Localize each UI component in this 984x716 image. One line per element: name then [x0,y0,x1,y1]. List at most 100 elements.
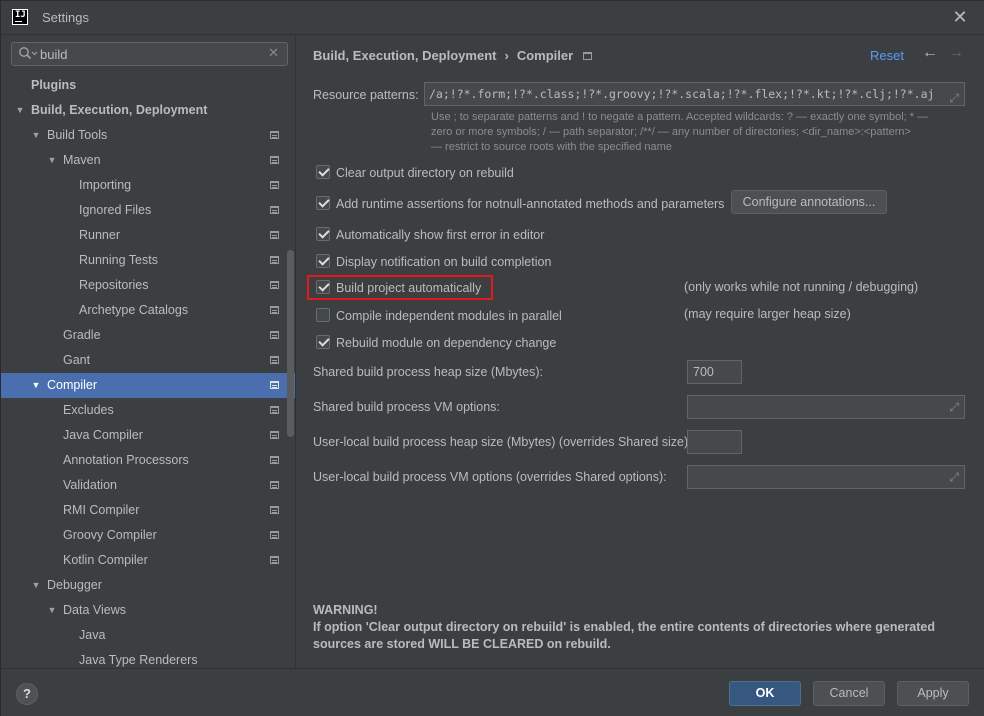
page-icon [270,281,279,289]
vm-options-field[interactable]: ⤢ [687,395,965,419]
chevron-down-icon[interactable]: ▼ [30,573,42,598]
sidebar-item[interactable]: Excludes [1,398,295,423]
vm-options-label: Shared build process VM options: [313,400,500,414]
sidebar-item-label: Excludes [63,403,114,417]
sidebar-item[interactable]: Validation [1,473,295,498]
page-icon [270,256,279,264]
checkbox-label: Rebuild module on dependency change [336,336,557,350]
warning-message: WARNING! If option 'Clear output directo… [313,602,963,653]
sidebar-item[interactable]: Repositories [1,273,295,298]
user-heap-field[interactable] [687,430,742,454]
title-bar: IJ Settings ✕ [1,1,984,35]
page-icon [270,506,279,514]
page-icon [270,156,279,164]
sidebar-item[interactable]: Running Tests [1,248,295,273]
user-vm-field[interactable]: ⤢ [687,465,965,489]
compiler-settings-panel: Build, Execution, Deployment › Compiler Re… [297,35,984,668]
sidebar-item-label: Data Views [63,603,126,617]
sidebar-item-label: Validation [63,478,117,492]
settings-sidebar: ✕ Plugins ▼ Build, Execution, Deployment ▼ B… [1,35,296,668]
page-icon [270,556,279,564]
sidebar-item-label: Debugger [47,578,102,592]
chevron-down-icon[interactable]: ▼ [46,598,58,623]
search-input[interactable] [40,45,260,63]
sidebar-item[interactable]: Runner [1,223,295,248]
checkbox-box[interactable] [316,165,330,179]
search-box[interactable]: ✕ [11,42,288,66]
sidebar-item-label: Maven [63,153,101,167]
arrow-right-icon[interactable]: → [948,44,964,62]
sidebar-item[interactable]: RMI Compiler [1,498,295,523]
checkbox-box[interactable] [316,254,330,268]
sidebar-item[interactable]: Gradle [1,323,295,348]
settings-window: IJ Settings ✕ ✕ Plugins ▼ Build, Execution… [0,0,984,716]
page-icon [270,181,279,189]
expand-icon[interactable]: ⤢ [949,470,959,485]
sidebar-item-label: Importing [79,178,132,192]
checkbox-box[interactable] [316,308,330,322]
hint-line-1: Use ; to separate patterns and ! to nega… [431,111,929,123]
hint-line-2: zero or more symbols; / — path separator… [431,126,911,138]
arrow-left-icon[interactable]: ← [922,44,938,62]
sidebar-item[interactable]: Archetype Catalogs [1,298,295,323]
reset-link[interactable]: Reset [870,48,904,63]
page-icon [270,431,279,439]
heap-size-field[interactable]: 700 [687,360,742,384]
chevron-down-icon[interactable]: ▼ [30,373,42,398]
chevron-down-icon[interactable]: ▼ [14,98,26,123]
checkbox-box[interactable] [316,227,330,241]
resource-patterns-value: /a;!?*.form;!?*.class;!?*.groovy;!?*.sca… [429,87,935,101]
sidebar-item[interactable]: ▼ Debugger [1,573,295,598]
apply-button[interactable]: Apply [897,681,969,706]
expand-icon[interactable]: ⤢ [946,87,959,105]
sidebar-item[interactable]: Gant [1,348,295,373]
sidebar-item[interactable]: Importing [1,173,295,198]
sidebar-item-label: Repositories [79,278,149,292]
close-icon[interactable]: ✕ [949,6,971,28]
search-icon [19,47,38,60]
checkbox-box[interactable] [316,335,330,349]
ok-button[interactable]: OK [729,681,801,706]
checkbox-label: Display notification on build completion [336,255,552,269]
sidebar-item-label: Running Tests [79,253,158,267]
heap-size-label: Shared build process heap size (Mbytes): [313,365,543,379]
sidebar-item[interactable]: Plugins [1,73,295,98]
sidebar-item-label: Annotation Processors [63,453,189,467]
sidebar-item[interactable]: ▼ Maven [1,148,295,173]
expand-icon[interactable]: ⤢ [949,400,959,415]
sidebar-item[interactable]: Kotlin Compiler [1,548,295,573]
sidebar-item[interactable]: ▼ Compiler [1,373,295,398]
sidebar-item-label: Build, Execution, Deployment [31,103,208,117]
sidebar-item-label: Gradle [63,328,101,342]
sidebar-scrollbar[interactable] [287,250,294,437]
sidebar-item[interactable]: Annotation Processors [1,448,295,473]
page-icon [270,206,279,214]
page-icon [270,456,279,464]
resource-patterns-field[interactable]: /a;!?*.form;!?*.class;!?*.groovy;!?*.sca… [424,82,965,106]
sidebar-item[interactable]: Groovy Compiler [1,523,295,548]
sidebar-item[interactable]: ▼ Build, Execution, Deployment [1,98,295,123]
intellij-icon: IJ [12,9,28,25]
sidebar-item[interactable]: ▼ Build Tools [1,123,295,148]
configure-annotations-button[interactable]: Configure annotations... [731,190,887,214]
user-vm-label: User-local build process VM options (ove… [313,470,667,484]
highlight-box [307,275,493,300]
page-icon [270,231,279,239]
chevron-down-icon[interactable]: ▼ [46,148,58,173]
page-icon [270,531,279,539]
sidebar-item[interactable]: ▼ Data Views [1,598,295,623]
sidebar-item[interactable]: Java Compiler [1,423,295,448]
sidebar-item[interactable]: Java Type Renderers [1,648,295,668]
page-icon [270,306,279,314]
help-button[interactable]: ? [16,683,38,705]
chevron-down-icon[interactable]: ▼ [30,123,42,148]
page-icon [270,381,279,389]
sidebar-item[interactable]: Ignored Files [1,198,295,223]
clear-search-icon[interactable]: ✕ [268,45,279,61]
checkbox-label: Automatically show first error in editor [336,228,545,242]
checkbox-box[interactable] [316,196,330,210]
cancel-button[interactable]: Cancel [813,681,885,706]
sidebar-item[interactable]: Java [1,623,295,648]
resource-patterns-label: Resource patterns: [313,88,419,102]
sidebar-item-label: Compiler [47,378,98,392]
